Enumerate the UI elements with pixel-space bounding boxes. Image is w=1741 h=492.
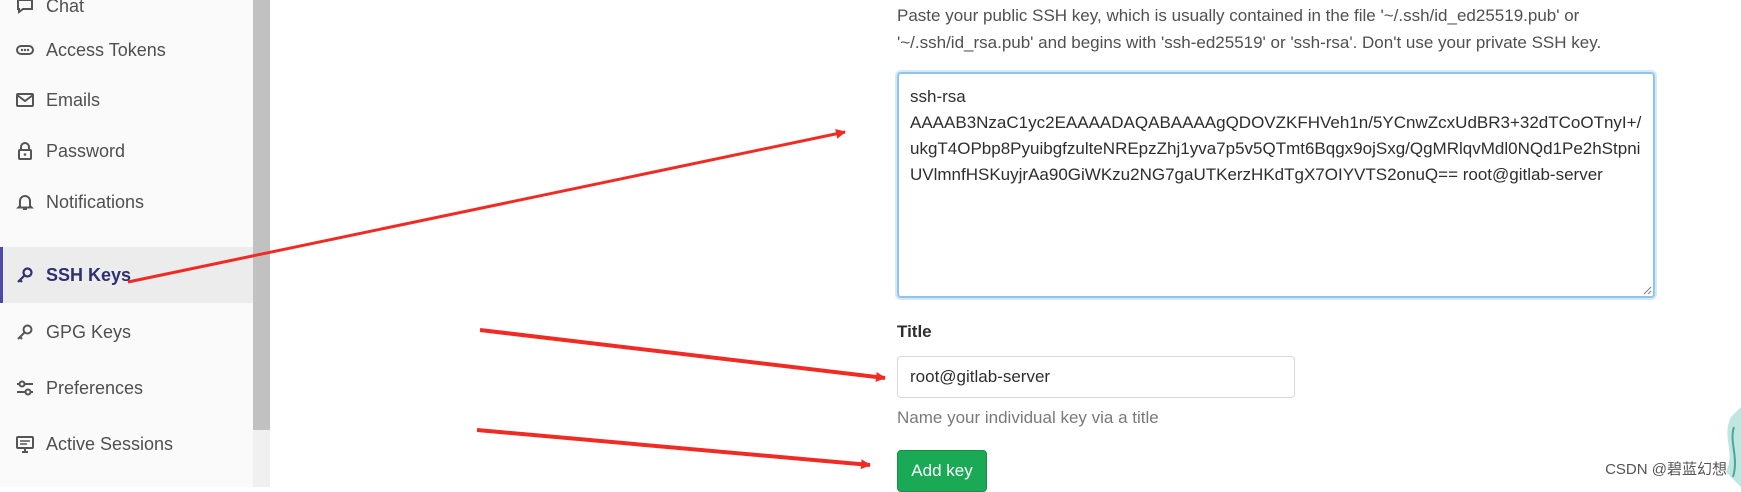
sidebar-item-notifications[interactable]: Notifications	[0, 174, 253, 230]
sidebar-item-label: Access Tokens	[46, 39, 166, 60]
sidebar-item-active-sessions[interactable]: Active Sessions	[0, 416, 253, 472]
chat-icon	[15, 0, 35, 16]
sidebar-item-preferences[interactable]: Preferences	[0, 360, 253, 416]
settings-sidebar: Chat Access Tokens Emails Password Notif…	[0, 0, 255, 487]
sidebar-scrollbar-thumb[interactable]	[253, 0, 270, 430]
monitor-icon	[15, 434, 35, 454]
sidebar-scrollbar[interactable]	[253, 0, 270, 487]
token-icon	[15, 40, 35, 60]
key-icon	[15, 265, 35, 285]
sidebar-item-label: Password	[46, 140, 126, 161]
sidebar-item-label: Emails	[46, 89, 101, 110]
sidebar-item-label: SSH Keys	[46, 264, 132, 285]
main-content: Paste your public SSH key, which is usua…	[270, 0, 1741, 492]
mail-icon	[15, 90, 35, 110]
sliders-icon	[15, 378, 35, 398]
watermark: CSDN @碧蓝幻想	[1605, 461, 1727, 478]
sidebar-item-label: GPG Keys	[46, 321, 132, 342]
sidebar-item-label: Chat	[46, 0, 85, 16]
add-key-button[interactable]: Add key	[897, 450, 987, 492]
ssh-key-textarea[interactable]: ssh-rsa AAAAB3NzaC1yc2EAAAADAQABAAAAgQDO…	[897, 72, 1655, 298]
sidebar-item-label: Active Sessions	[46, 433, 174, 454]
sidebar-item-ssh-keys[interactable]: SSH Keys	[0, 247, 253, 303]
sidebar-item-emails[interactable]: Emails	[0, 72, 253, 128]
bell-icon	[15, 192, 35, 212]
sidebar-item-password[interactable]: Password	[0, 123, 253, 179]
sidebar-item-access-tokens[interactable]: Access Tokens	[0, 22, 253, 78]
sidebar-item-label: Preferences	[46, 377, 144, 398]
title-input[interactable]: root@gitlab-server	[897, 356, 1295, 398]
title-label: Title	[897, 322, 932, 341]
sidebar-item-label: Notifications	[46, 191, 145, 212]
ssh-key-help-text: Paste your public SSH key, which is usua…	[897, 6, 1602, 52]
title-hint: Name your individual key via a title	[897, 408, 1159, 427]
lock-icon	[15, 141, 35, 161]
sidebar-item-gpg-keys[interactable]: GPG Keys	[0, 304, 253, 360]
key-icon	[15, 322, 35, 342]
resize-grip-icon[interactable]	[1642, 285, 1652, 295]
